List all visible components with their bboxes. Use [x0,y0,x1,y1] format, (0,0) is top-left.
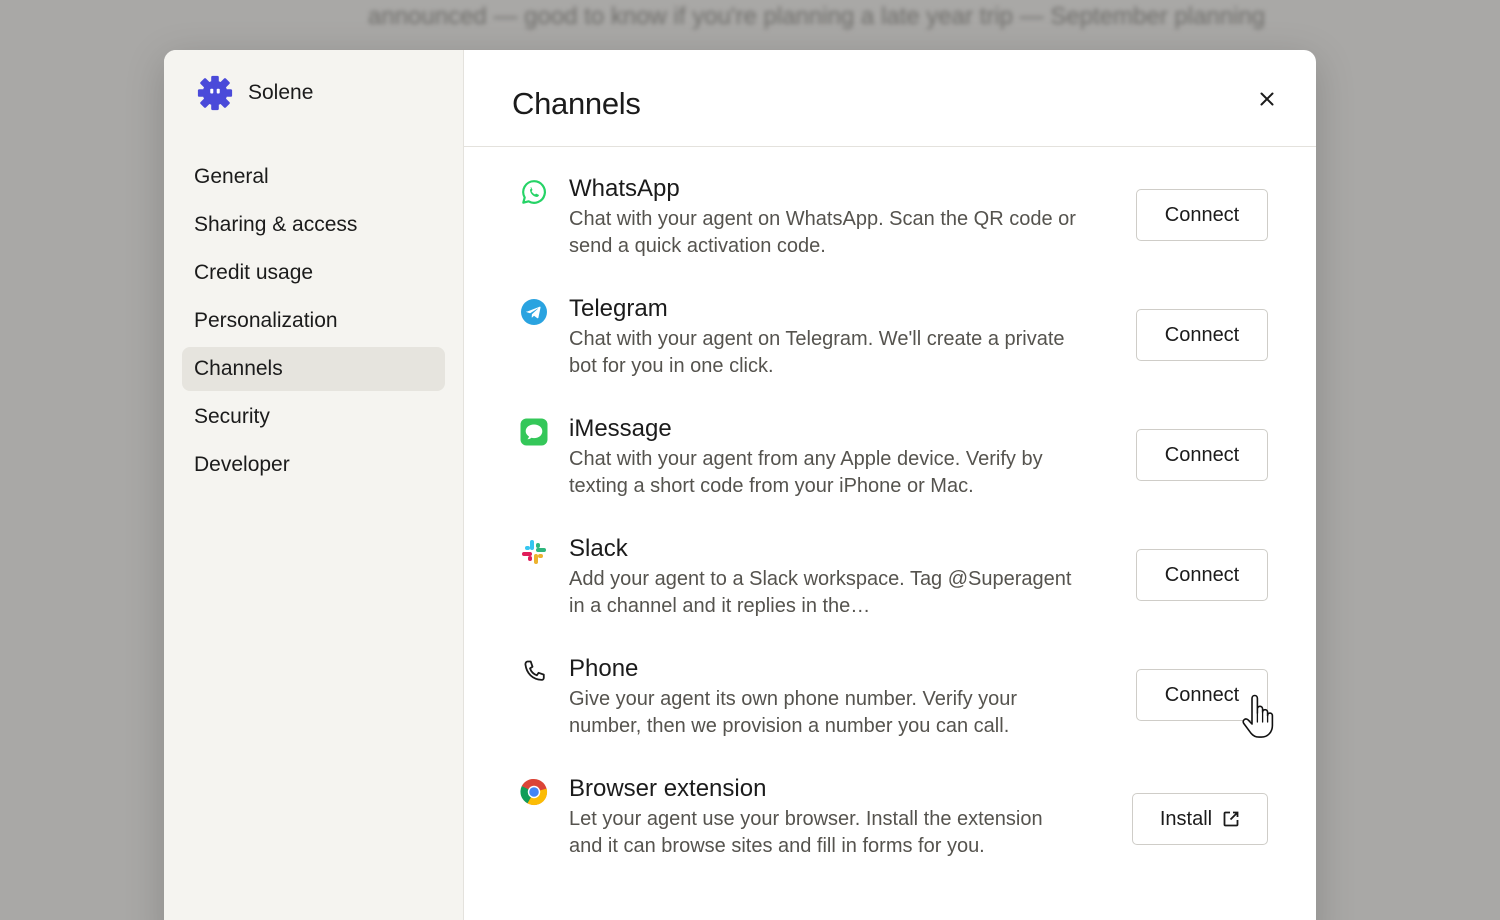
channel-description: Chat with your agent from any Apple devi… [569,448,1043,497]
telegram-icon [520,298,548,326]
channel-name: WhatsApp [569,175,680,202]
sidebar-item-developer[interactable]: Developer [182,443,445,487]
channel-name: Slack [569,535,628,562]
imessage-icon [520,418,548,446]
channel-row-imessage: iMessage Chat with your agent from any A… [464,387,1316,507]
channel-name: Telegram [569,295,668,322]
channel-row-slack: Slack Add your agent to a Slack workspac… [464,507,1316,627]
panel-header: Channels [464,50,1316,147]
connect-phone-button[interactable]: Connect [1136,669,1268,721]
channel-row-telegram: Telegram Chat with your agent on Telegra… [464,267,1316,387]
external-link-icon [1222,810,1240,828]
connect-telegram-button[interactable]: Connect [1136,309,1268,361]
connect-imessage-button[interactable]: Connect [1136,429,1268,481]
sidebar-item-general[interactable]: General [182,155,445,199]
slack-icon [520,538,548,566]
close-button[interactable] [1256,88,1278,110]
channel-row-browser-extension: Browser extension Let your agent use you… [464,747,1316,867]
settings-modal: Solene General Sharing & access Credit u… [164,50,1316,920]
settings-sidebar: Solene General Sharing & access Credit u… [164,50,464,920]
sidebar-item-personalization[interactable]: Personalization [182,299,445,343]
background-page-text: announced — good to know if you're plann… [368,3,1266,30]
install-button-label: Install [1159,807,1213,830]
close-icon [1260,92,1274,106]
page-title: Channels [512,86,641,121]
chrome-icon [520,778,548,806]
gear-icon [197,75,233,111]
sidebar-item-credit-usage[interactable]: Credit usage [182,251,445,295]
sidebar-item-security[interactable]: Security [182,395,445,439]
phone-icon [520,658,548,686]
install-extension-button[interactable]: Install [1132,793,1268,845]
channel-description: Give your agent its own phone number. Ve… [569,688,1018,737]
channel-row-whatsapp: WhatsApp Chat with your agent on WhatsAp… [464,147,1316,267]
settings-nav: General Sharing & access Credit usage Pe… [182,155,445,491]
channel-name: Browser extension [569,775,767,802]
brand-name: Solene [248,81,314,104]
whatsapp-icon [520,178,548,206]
channel-description: Chat with your agent on WhatsApp. Scan t… [569,208,1076,257]
connect-slack-button[interactable]: Connect [1136,549,1268,601]
brand: Solene [196,74,313,112]
sidebar-item-channels[interactable]: Channels [182,347,445,391]
channel-description: Let your agent use your browser. Install… [569,808,1043,857]
sidebar-item-sharing-access[interactable]: Sharing & access [182,203,445,247]
channel-list: WhatsApp Chat with your agent on WhatsAp… [464,147,1316,867]
channels-panel: Channels WhatsApp Chat with your agent o… [464,50,1316,920]
channel-name: Phone [569,655,639,682]
channel-name: iMessage [569,415,672,442]
channel-row-phone: Phone Give your agent its own phone numb… [464,627,1316,747]
connect-whatsapp-button[interactable]: Connect [1136,189,1268,241]
channel-description: Add your agent to a Slack workspace. Tag… [569,568,1072,617]
channel-description: Chat with your agent on Telegram. We'll … [569,328,1065,377]
